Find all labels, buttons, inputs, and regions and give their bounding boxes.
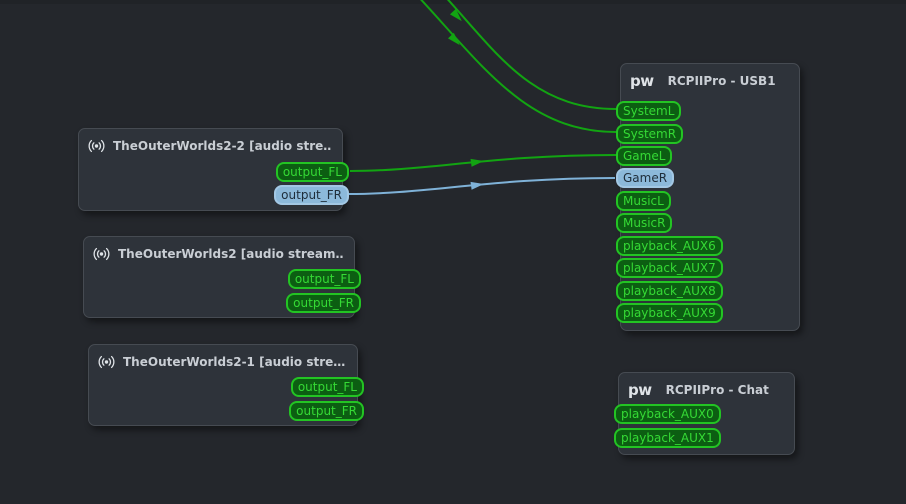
port-GameR[interactable]: GameR xyxy=(616,168,675,188)
node-header: TheOuterWorlds2 [audio stream… xyxy=(84,237,354,264)
connection-wire[interactable] xyxy=(414,0,617,133)
node-theouterworlds2-1[interactable]: TheOuterWorlds2-1 [audio stre… output_FLo… xyxy=(88,344,364,426)
port-MusicR[interactable]: MusicR xyxy=(616,213,673,233)
node-theouterworlds2[interactable]: TheOuterWorlds2 [audio stream… output_FLo… xyxy=(83,236,361,318)
graph-canvas[interactable]: TheOuterWorlds2-2 [audio stre… output_FL o… xyxy=(0,0,906,504)
pipewire-icon: pw xyxy=(628,381,652,399)
port-playback_AUX6[interactable]: playback_AUX6 xyxy=(616,236,723,256)
port-MusicL[interactable]: MusicL xyxy=(616,191,671,211)
node-theouterworlds2-2[interactable]: TheOuterWorlds2-2 [audio stre… output_FLo… xyxy=(78,128,349,211)
connection-wire[interactable] xyxy=(347,177,616,195)
node-title: RCPIIPro - USB1 xyxy=(667,74,776,88)
port-SystemR[interactable]: SystemR xyxy=(616,124,684,144)
connection-wire[interactable] xyxy=(349,154,617,172)
connection-wire[interactable] xyxy=(441,0,617,110)
node-header: TheOuterWorlds2-2 [audio stre… xyxy=(79,129,342,156)
port-playback_AUX1[interactable]: playback_AUX1 xyxy=(614,428,721,448)
connection-arrow-icon xyxy=(447,32,460,46)
node-title: RCPIIPro - Chat xyxy=(665,383,769,397)
port-playback_AUX7[interactable]: playback_AUX7 xyxy=(616,258,723,278)
pipewire-icon: pw xyxy=(630,72,654,90)
audio-stream-icon xyxy=(98,354,115,370)
port-output_FL[interactable]: output_FL xyxy=(287,269,361,289)
node-header: pw RCPIIPro - Chat xyxy=(619,373,794,400)
node-rcpiipro-usb1[interactable]: pw RCPIIPro - USB1 SystemL SystemR GameL Game… xyxy=(616,63,800,331)
port-playback_AUX9[interactable]: playback_AUX9 xyxy=(616,303,723,323)
node-title: TheOuterWorlds2-2 [audio stre… xyxy=(113,139,332,153)
port-SystemL[interactable]: SystemL xyxy=(616,101,682,121)
port-output_FR[interactable]: output_FR xyxy=(274,185,349,205)
node-header: pw RCPIIPro - USB1 xyxy=(621,64,799,91)
audio-stream-icon xyxy=(88,138,105,154)
audio-stream-icon xyxy=(93,246,110,262)
port-output_FL[interactable]: output_FL xyxy=(290,377,364,397)
port-output_FR[interactable]: output_FR xyxy=(289,401,364,421)
port-output_FR[interactable]: output_FR xyxy=(286,293,361,313)
port-output_FL[interactable]: output_FL xyxy=(275,162,349,182)
port-playback_AUX0[interactable]: playback_AUX0 xyxy=(614,404,721,424)
port-GameL[interactable]: GameL xyxy=(616,146,673,166)
node-title: TheOuterWorlds2-1 [audio stre… xyxy=(123,355,346,369)
window-top-edge xyxy=(0,0,906,4)
node-header: TheOuterWorlds2-1 [audio stre… xyxy=(89,345,357,372)
node-rcpiipro-chat[interactable]: pw RCPIIPro - Chat playback_AUX0 playback_A… xyxy=(614,372,795,455)
node-title: TheOuterWorlds2 [audio stream… xyxy=(118,247,344,261)
port-playback_AUX8[interactable]: playback_AUX8 xyxy=(616,281,723,301)
